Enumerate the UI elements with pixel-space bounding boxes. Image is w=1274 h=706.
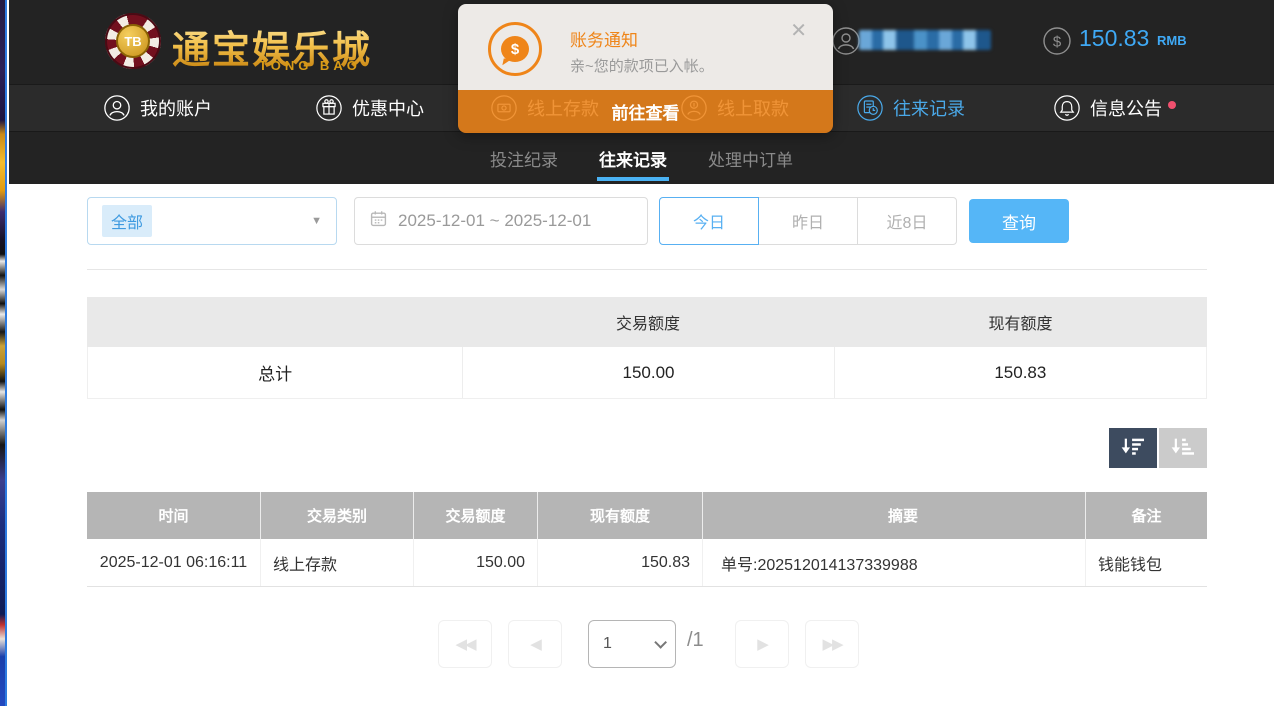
- date-range-input[interactable]: 2025-12-01 ~ 2025-12-01: [354, 197, 648, 245]
- nav-item-transaction-records[interactable]: 往来记录: [856, 85, 965, 131]
- svg-text:$: $: [1053, 34, 1062, 51]
- caret-down-icon: ▼: [311, 215, 322, 227]
- next-page-icon: ▶: [757, 635, 767, 653]
- summary-header-transaction: 交易额度: [462, 310, 834, 334]
- tab-bet-records[interactable]: 投注纪录: [488, 132, 560, 184]
- quick-date-buttons: 今日 昨日 近8日: [659, 197, 957, 245]
- summary-header-balance: 现有额度: [834, 310, 1207, 334]
- notification-popup: $ 账务通知 亲~您的款项已入帐。 ✕ 前往查看: [458, 4, 833, 133]
- search-button[interactable]: 查询: [969, 199, 1069, 243]
- active-tab-underline: [597, 177, 669, 181]
- col-time: 时间: [87, 492, 260, 539]
- col-summary: 摘要: [702, 492, 1085, 539]
- cell-summary: 单号:202512014137339988: [702, 539, 1085, 586]
- cell-time: 2025-12-01 06:16:11: [87, 539, 260, 586]
- summary-total-transaction: 150.00: [462, 347, 833, 398]
- previous-page-icon: ◀: [530, 635, 540, 653]
- pagination: ◀◀ ◀ 1 /1 ▶ ▶▶: [9, 620, 1274, 668]
- nav-label: 优惠中心: [352, 95, 424, 121]
- sort-controls: [1109, 428, 1207, 468]
- nav-item-my-account[interactable]: 我的账户: [103, 85, 212, 131]
- content-area: 全部 ▼ 2025-12-01 ~ 2025-12-01 今日 昨日 近8日 查…: [9, 184, 1274, 706]
- notification-message: 亲~您的款项已入帐。: [570, 55, 714, 76]
- date-range-value: 2025-12-01 ~ 2025-12-01: [398, 211, 591, 231]
- summary-total-row: 总计 150.00 150.83: [87, 347, 1207, 399]
- main-window: TB 通宝娱乐城 TONG BAO $ 150.83 RMB: [9, 0, 1274, 706]
- summary-total-balance: 150.83: [834, 347, 1206, 398]
- notification-title: 账务通知: [570, 26, 638, 51]
- table-row: 2025-12-01 06:16:11 线上存款 150.00 150.83 单…: [87, 539, 1207, 587]
- tab-pending-orders[interactable]: 处理中订单: [706, 132, 795, 184]
- sort-descending-button[interactable]: [1109, 428, 1157, 468]
- today-button[interactable]: 今日: [659, 197, 759, 245]
- notification-dollar-bubble-icon: $: [488, 22, 542, 76]
- page-select[interactable]: 1: [588, 620, 676, 668]
- yesterday-button[interactable]: 昨日: [758, 197, 858, 245]
- sort-ascending-button[interactable]: [1159, 428, 1207, 468]
- nav-label: 信息公告: [1090, 95, 1162, 121]
- chevron-down-icon: [654, 636, 667, 649]
- previous-page-button[interactable]: ◀: [508, 620, 562, 668]
- records-table-header: 时间 交易类别 交易额度 现有额度 摘要 备注: [87, 492, 1207, 539]
- logo-chip-text: TB: [116, 24, 150, 58]
- site-subtitle: TONG BAO: [259, 58, 361, 73]
- profile-icon[interactable]: [831, 26, 861, 61]
- bell-icon: [1053, 94, 1081, 122]
- cell-remark: 钱能钱包: [1085, 539, 1207, 586]
- nav-item-promotions[interactable]: 优惠中心: [315, 85, 424, 131]
- col-balance: 现有额度: [537, 492, 702, 539]
- col-remark: 备注: [1085, 492, 1207, 539]
- first-page-icon: ◀◀: [455, 635, 474, 653]
- cell-type: 线上存款: [260, 539, 413, 586]
- section-divider: [87, 269, 1207, 270]
- tab-transaction-records[interactable]: 往来记录: [597, 132, 669, 184]
- close-icon[interactable]: ✕: [790, 18, 807, 43]
- nav-item-announcements[interactable]: 信息公告: [1053, 85, 1162, 131]
- type-filter-value: 全部: [102, 205, 152, 237]
- summary-total-label: 总计: [88, 347, 462, 398]
- cell-amount: 150.00: [413, 539, 537, 586]
- notification-body: $ 账务通知 亲~您的款项已入帐。 ✕: [458, 4, 833, 90]
- records-table: 时间 交易类别 交易额度 现有额度 摘要 备注 2025-12-01 06:16…: [87, 492, 1207, 587]
- sort-ascending-icon: [1168, 435, 1198, 462]
- sort-descending-icon: [1118, 435, 1148, 462]
- logo-chip-icon[interactable]: TB: [105, 13, 161, 69]
- col-type: 交易类别: [260, 492, 413, 539]
- balance-currency: RMB: [1157, 33, 1187, 48]
- nav-label: 往来记录: [893, 95, 965, 121]
- last-page-icon: ▶▶: [822, 635, 841, 653]
- balance-coin-icon: $: [1042, 26, 1072, 61]
- col-amount: 交易额度: [413, 492, 537, 539]
- last-page-button[interactable]: ▶▶: [805, 620, 859, 668]
- nav-label: 我的账户: [140, 95, 212, 121]
- background-page-sliver: [0, 0, 7, 706]
- next-page-button[interactable]: ▶: [735, 620, 789, 668]
- first-page-button[interactable]: ◀◀: [438, 620, 492, 668]
- gift-icon: [315, 94, 343, 122]
- balance-amount[interactable]: 150.83: [1079, 25, 1149, 52]
- user-icon: [103, 94, 131, 122]
- page-total-label: /1: [687, 629, 704, 652]
- page-select-value: 1: [603, 635, 612, 653]
- last-8-days-button[interactable]: 近8日: [857, 197, 957, 245]
- records-icon: [856, 94, 884, 122]
- notification-dot: [1168, 101, 1176, 109]
- summary-table-header: 交易额度 现有额度: [87, 297, 1207, 347]
- type-filter-select[interactable]: 全部 ▼: [87, 197, 337, 245]
- go-view-button[interactable]: 前往查看: [458, 90, 833, 133]
- summary-table: 交易额度 现有额度 总计 150.00 150.83: [87, 297, 1207, 399]
- username-redacted[interactable]: [859, 30, 991, 50]
- cell-balance: 150.83: [537, 539, 702, 586]
- calendar-icon: [370, 210, 387, 232]
